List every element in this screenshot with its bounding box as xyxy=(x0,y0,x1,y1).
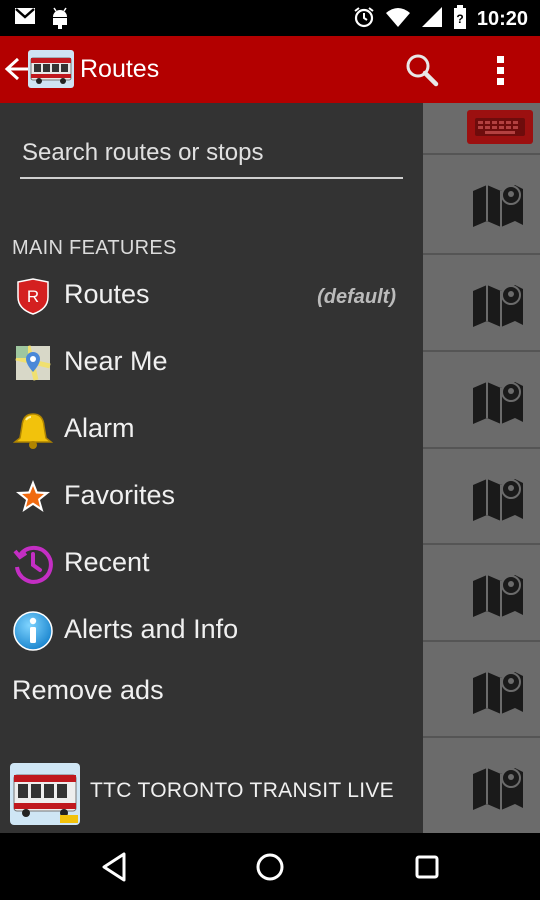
search-input[interactable] xyxy=(20,133,403,173)
svg-text:R: R xyxy=(27,287,39,306)
list-item[interactable] xyxy=(423,153,540,249)
back-triangle-icon[interactable] xyxy=(98,850,132,884)
footer-app-link[interactable]: TTC TORONTO TRANSIT LIVE xyxy=(0,755,423,833)
list-item[interactable] xyxy=(423,640,540,736)
alarm-icon xyxy=(353,6,375,33)
status-bar: ? 10:20 xyxy=(0,0,540,36)
battery-icon: ? xyxy=(453,5,467,34)
wifi-icon xyxy=(385,7,411,32)
map-pin-icon[interactable] xyxy=(471,183,525,234)
overflow-menu-icon[interactable] xyxy=(486,50,516,90)
menu-item-favorites[interactable]: Favorites xyxy=(0,464,423,528)
route-list-toolbar xyxy=(423,103,540,153)
menu-item-label: Routes xyxy=(64,279,150,309)
menu-item-recent[interactable]: Recent xyxy=(0,531,423,595)
menu-item-label: Recent xyxy=(64,547,150,577)
menu-item-near-me[interactable]: Near Me xyxy=(0,330,423,394)
list-item[interactable] xyxy=(423,543,540,639)
map-pin-icon[interactable] xyxy=(471,766,525,817)
navigation-drawer: MAIN FEATURES R Routes (default) Near Me… xyxy=(0,103,423,833)
section-title: MAIN FEATURES xyxy=(12,237,177,259)
clock-time: 10:20 xyxy=(476,8,528,30)
gmail-icon xyxy=(14,7,36,34)
bus-logo-icon[interactable] xyxy=(28,50,74,88)
menu-item-label: Alarm xyxy=(64,413,135,443)
menu-item-alarm[interactable]: Alarm xyxy=(0,397,423,461)
list-item[interactable] xyxy=(423,736,540,832)
svg-text:?: ? xyxy=(456,12,463,26)
map-pin-icon[interactable] xyxy=(471,477,525,528)
list-item[interactable] xyxy=(423,350,540,446)
streetcar-logo-icon xyxy=(10,763,80,825)
system-nav-bar xyxy=(0,833,540,900)
bell-icon xyxy=(12,409,54,451)
signal-icon xyxy=(421,6,443,33)
map-pin-icon[interactable] xyxy=(471,573,525,624)
remove-ads-item[interactable]: Remove ads xyxy=(12,675,164,706)
history-clock-icon xyxy=(12,543,54,585)
menu-item-label: Alerts and Info xyxy=(64,614,239,644)
app-bar: Routes xyxy=(0,36,540,103)
info-icon xyxy=(12,610,54,652)
menu-item-routes[interactable]: R Routes (default) xyxy=(0,263,423,327)
map-pin-icon[interactable] xyxy=(471,670,525,721)
routes-shield-icon: R xyxy=(12,275,54,317)
menu-item-label: Near Me xyxy=(64,346,168,376)
list-item[interactable] xyxy=(423,253,540,349)
menu-item-alerts-info[interactable]: Alerts and Info xyxy=(0,598,423,662)
search-icon[interactable] xyxy=(402,50,442,90)
search-field xyxy=(20,133,403,179)
recents-square-icon[interactable] xyxy=(410,850,444,884)
android-icon xyxy=(50,7,70,34)
list-item[interactable] xyxy=(423,447,540,543)
map-pin-icon[interactable] xyxy=(471,380,525,431)
default-badge: (default) xyxy=(317,286,396,308)
route-list-background xyxy=(423,103,540,833)
map-pin-icon[interactable] xyxy=(471,283,525,334)
keyboard-icon[interactable] xyxy=(467,110,533,144)
menu-item-label: Favorites xyxy=(64,480,176,510)
home-circle-icon[interactable] xyxy=(253,850,287,884)
page-title: Routes xyxy=(80,55,160,83)
star-icon xyxy=(12,476,54,518)
map-location-icon xyxy=(12,342,54,384)
footer-app-label: TTC TORONTO TRANSIT LIVE xyxy=(90,779,394,802)
